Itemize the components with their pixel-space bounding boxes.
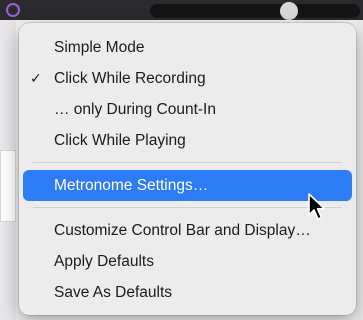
menu-item-metronome-settings[interactable]: Metronome Settings…	[23, 170, 352, 201]
menu-item-label: Apply Defaults	[54, 253, 154, 270]
menu-item-save-as-defaults[interactable]: Save As Defaults	[23, 277, 352, 308]
app-glyph-icon	[6, 3, 20, 17]
checkmark-icon: ✓	[30, 70, 42, 86]
metronome-context-menu: Simple Mode ✓ Click While Recording … on…	[19, 23, 356, 315]
menu-item-label: Metronome Settings…	[54, 177, 209, 194]
menu-separator	[33, 162, 342, 163]
menu-item-label: Click While Playing	[54, 132, 186, 149]
background-toolbar	[0, 0, 363, 20]
menu-item-click-while-playing[interactable]: Click While Playing	[23, 125, 352, 156]
menu-item-customize-control-bar[interactable]: Customize Control Bar and Display…	[23, 215, 352, 246]
background-right-panel	[357, 20, 363, 320]
background-control-pill	[150, 4, 360, 18]
menu-item-simple-mode[interactable]: Simple Mode	[23, 32, 352, 63]
menu-item-apply-defaults[interactable]: Apply Defaults	[23, 246, 352, 277]
background-left-panel	[0, 150, 16, 222]
menu-item-label: Click While Recording	[54, 70, 206, 87]
menu-item-label: Customize Control Bar and Display…	[54, 222, 311, 239]
menu-item-label: Simple Mode	[54, 39, 145, 56]
background-knob	[280, 2, 298, 20]
menu-separator	[33, 207, 342, 208]
menu-item-only-during-count-in[interactable]: … only During Count-In	[23, 94, 352, 125]
menu-item-label: … only During Count-In	[54, 101, 216, 118]
menu-item-click-while-recording[interactable]: ✓ Click While Recording	[23, 63, 352, 94]
menu-item-label: Save As Defaults	[54, 284, 173, 301]
arrow-cursor-icon	[308, 193, 326, 220]
